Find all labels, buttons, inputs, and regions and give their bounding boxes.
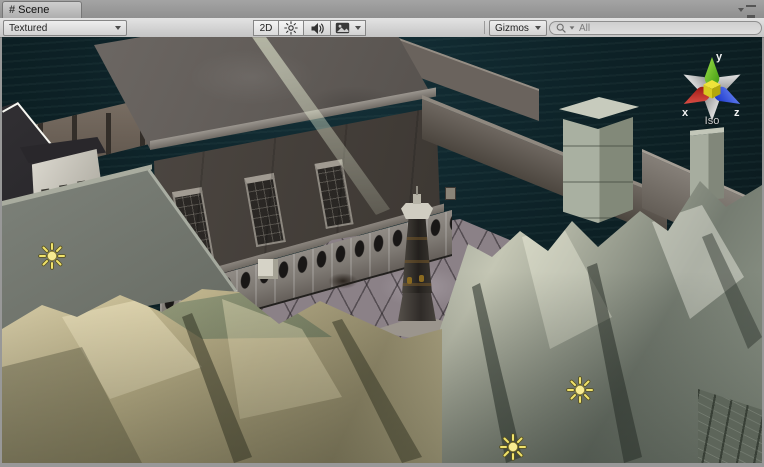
gizmos-dropdown[interactable]: Gizmos — [489, 20, 547, 36]
magnifier-icon — [556, 23, 566, 33]
sun-icon — [284, 21, 298, 35]
obelisk-tower-cap — [401, 203, 433, 219]
shading-mode-label: Textured — [9, 22, 48, 34]
scene-toolbar: Textured 2D Gizmos All — [0, 18, 764, 38]
effects-dropdown-button[interactable] — [330, 20, 366, 36]
shading-mode-dropdown[interactable]: Textured — [3, 20, 127, 36]
obelisk-tower-spike — [416, 186, 418, 195]
dropdown-arrow-icon — [535, 26, 541, 30]
light-gizmo[interactable] — [566, 376, 594, 404]
search-input[interactable]: All — [549, 21, 762, 35]
stone-pedestal — [258, 259, 278, 279]
obelisk-tower-base — [398, 289, 436, 321]
dropdown-arrow-icon — [738, 7, 744, 12]
light-gizmo[interactable] — [499, 433, 527, 461]
search-filter-value: All — [579, 22, 591, 34]
dropdown-arrow-icon — [115, 26, 121, 30]
2d-toggle-label: 2D — [259, 22, 273, 34]
toolbar-divider — [484, 21, 485, 34]
2d-toggle-button[interactable]: 2D — [253, 20, 279, 36]
tab-scene[interactable]: # Scene — [2, 1, 82, 18]
dropdown-arrow-icon — [355, 26, 361, 30]
wall-emblem — [445, 187, 456, 200]
building-window — [244, 172, 286, 248]
gold-ornament — [419, 275, 424, 282]
speaker-icon — [311, 22, 324, 34]
axis-label-y: y — [716, 51, 723, 63]
scene-viewport[interactable]: y x z Iso — [2, 37, 762, 463]
tab-options-menu-icon[interactable] — [738, 4, 756, 15]
gizmos-label: Gizmos — [495, 22, 529, 34]
floor-stain — [328, 273, 358, 289]
light-gizmo[interactable] — [38, 242, 66, 270]
scene-lighting-toggle-button[interactable] — [278, 20, 304, 36]
scene-tab-grid-icon: # — [9, 4, 16, 16]
scene-panel: # Scene Textured 2D Gizmos All y x z Iso — [0, 0, 764, 467]
hamburger-icon — [746, 4, 756, 15]
search-filter-arrow-icon — [569, 26, 575, 30]
gold-ornament — [407, 277, 412, 284]
tab-scene-label: Scene — [18, 4, 50, 16]
projection-mode-label[interactable]: Iso — [670, 115, 754, 127]
image-icon — [335, 22, 350, 34]
obelisk-tower-finial — [413, 194, 421, 204]
tab-bar: # Scene — [0, 0, 764, 19]
scene-audio-toggle-button[interactable] — [303, 20, 331, 36]
